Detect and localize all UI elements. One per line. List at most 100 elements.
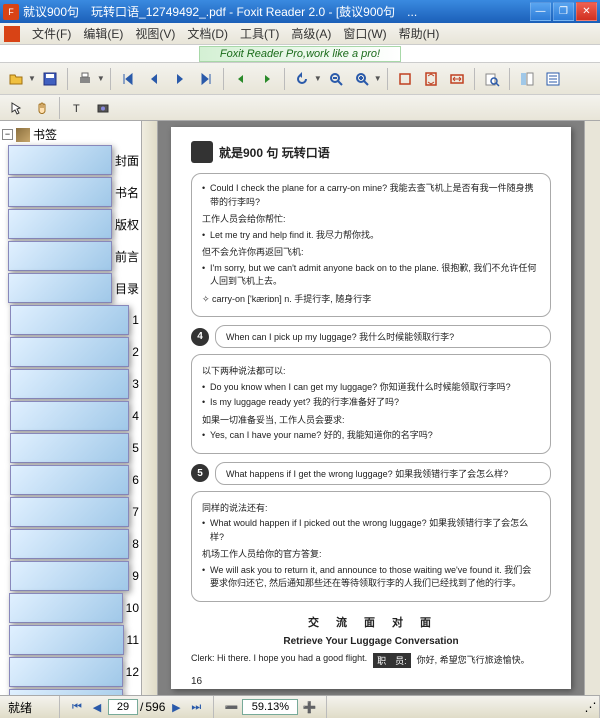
bookmark-item[interactable]: 目录 xyxy=(2,272,139,304)
content-box-1: Could I check the plane for a carry-on m… xyxy=(191,173,551,317)
bookmark-label: 6 xyxy=(132,473,139,487)
first-page-button[interactable] xyxy=(116,67,140,91)
collapse-icon[interactable]: − xyxy=(2,129,13,140)
bookmark-label: 9 xyxy=(132,569,139,583)
bookmark-item[interactable]: 1 xyxy=(2,304,139,336)
bookmark-item[interactable]: 6 xyxy=(2,464,139,496)
rotate-dropdown-icon[interactable]: ▼ xyxy=(314,74,322,83)
select-tool-button[interactable] xyxy=(4,96,28,120)
page-total: 596 xyxy=(145,700,165,714)
status-first-page-button[interactable]: ⏮ xyxy=(68,699,86,715)
bookmark-item[interactable]: 2 xyxy=(2,336,139,368)
bookmark-item[interactable]: 封面 xyxy=(2,144,139,176)
open-dropdown-icon[interactable]: ▼ xyxy=(28,74,36,83)
next-page-button[interactable] xyxy=(168,67,192,91)
status-zoom-out-button[interactable]: ➖ xyxy=(222,699,240,715)
status-next-page-button[interactable]: ▶ xyxy=(167,699,185,715)
fit-width-button[interactable] xyxy=(445,67,469,91)
bookmark-item[interactable]: 5 xyxy=(2,432,139,464)
bookmark-item[interactable]: 3 xyxy=(2,368,139,400)
bookmark-root[interactable]: − 书签 xyxy=(2,125,139,144)
vertical-scrollbar[interactable] xyxy=(584,121,600,695)
menu-view[interactable]: 视图(V) xyxy=(129,23,181,44)
bookmark-item[interactable]: 8 xyxy=(2,528,139,560)
save-button[interactable] xyxy=(38,67,62,91)
minimize-button[interactable]: — xyxy=(530,2,551,21)
promo-text[interactable]: Foxit Reader Pro,work like a pro! xyxy=(199,46,401,62)
status-prev-page-button[interactable]: ◀ xyxy=(88,699,106,715)
page-header-title: 就是900 句 玩转口语 xyxy=(219,144,330,161)
page-icon xyxy=(8,241,112,271)
vertical-toolbar xyxy=(142,121,158,695)
statusbar: 就绪 ⏮ ◀ / 596 ▶ ⏭ ➖ ➕ ⋰ xyxy=(0,695,600,718)
toolbar-main: ▼ ▼ ▼ ▼ xyxy=(0,63,600,95)
bookmark-label: 3 xyxy=(132,377,139,391)
menu-window[interactable]: 窗口(W) xyxy=(337,23,392,44)
rotate-ccw-button[interactable] xyxy=(290,67,314,91)
page-number-input[interactable] xyxy=(108,699,138,715)
question-5: 5 What happens if I get the wrong luggag… xyxy=(191,462,551,485)
open-button[interactable] xyxy=(4,67,28,91)
bookmarks-panel[interactable]: − 书签 封面书名版权前言目录1234567891011121314151617… xyxy=(0,121,142,695)
resize-grip[interactable]: ⋰ xyxy=(582,696,600,718)
maximize-button[interactable]: ❐ xyxy=(553,2,574,21)
menu-tools[interactable]: 工具(T) xyxy=(234,23,285,44)
back-button[interactable] xyxy=(229,67,253,91)
bookmark-label: 10 xyxy=(126,601,139,615)
bookmark-item[interactable]: 版权 xyxy=(2,208,139,240)
content-box-3: 同样的说法还有: What would happen if I picked o… xyxy=(191,491,551,602)
bookmark-label: 8 xyxy=(132,537,139,551)
bookmark-label: 前言 xyxy=(115,248,139,265)
fit-page-button[interactable] xyxy=(419,67,443,91)
page-icon xyxy=(9,657,122,687)
page-panel-button[interactable] xyxy=(541,67,565,91)
content-box-2: 以下两种说法都可以: Do you know when I can get my… xyxy=(191,354,551,454)
bookmark-label: 4 xyxy=(132,409,139,423)
mascot-icon xyxy=(191,141,213,163)
menu-help[interactable]: 帮助(H) xyxy=(393,23,446,44)
bookmark-label: 5 xyxy=(132,441,139,455)
bookmark-item[interactable]: 11 xyxy=(2,624,139,656)
bookmark-label: 版权 xyxy=(115,216,139,233)
last-page-button[interactable] xyxy=(194,67,218,91)
text-select-button[interactable]: T xyxy=(65,96,89,120)
bookmark-item[interactable]: 12 xyxy=(2,656,139,688)
bookmark-item[interactable]: 10 xyxy=(2,592,139,624)
status-last-page-button[interactable]: ⏭ xyxy=(187,699,205,715)
print-button[interactable] xyxy=(73,67,97,91)
zoom-control: ➖ ➕ xyxy=(214,696,327,718)
section-title: 交 流 面 对 面 xyxy=(191,614,551,630)
dialogue-line: Clerk: Hi there. I hope you had a good f… xyxy=(191,653,551,668)
page-icon xyxy=(8,177,112,207)
bookmark-item[interactable]: 前言 xyxy=(2,240,139,272)
page-icon xyxy=(10,433,130,463)
bookmark-label: 书名 xyxy=(115,184,139,201)
menu-edit[interactable]: 编辑(E) xyxy=(77,23,129,44)
prev-page-button[interactable] xyxy=(142,67,166,91)
menu-advanced[interactable]: 高级(A) xyxy=(285,23,337,44)
close-button[interactable]: ✕ xyxy=(576,2,597,21)
print-dropdown-icon[interactable]: ▼ xyxy=(97,74,105,83)
zoom-out-button[interactable] xyxy=(324,67,348,91)
zoom-in-button[interactable] xyxy=(350,67,374,91)
menu-file[interactable]: 文件(F) xyxy=(26,23,77,44)
snapshot-button[interactable] xyxy=(91,96,115,120)
find-button[interactable] xyxy=(480,67,504,91)
question-number-4: 4 xyxy=(191,328,209,346)
bookmark-item[interactable]: 7 xyxy=(2,496,139,528)
bookmark-label: 11 xyxy=(127,633,139,647)
status-zoom-in-button[interactable]: ➕ xyxy=(300,699,318,715)
bookmark-item[interactable]: 13 xyxy=(2,688,139,695)
zoom-dropdown-icon[interactable]: ▼ xyxy=(374,74,382,83)
bookmark-item[interactable]: 9 xyxy=(2,560,139,592)
bookmark-item[interactable]: 书名 xyxy=(2,176,139,208)
document-viewport[interactable]: 就是900 句 玩转口语 Could I check the plane for… xyxy=(142,121,600,695)
menu-document[interactable]: 文档(D) xyxy=(181,23,234,44)
actual-size-button[interactable] xyxy=(393,67,417,91)
menubar-icon xyxy=(4,26,20,42)
zoom-input[interactable] xyxy=(242,699,298,715)
forward-button[interactable] xyxy=(255,67,279,91)
hand-tool-button[interactable] xyxy=(30,96,54,120)
bookmark-item[interactable]: 4 xyxy=(2,400,139,432)
bookmark-panel-button[interactable] xyxy=(515,67,539,91)
